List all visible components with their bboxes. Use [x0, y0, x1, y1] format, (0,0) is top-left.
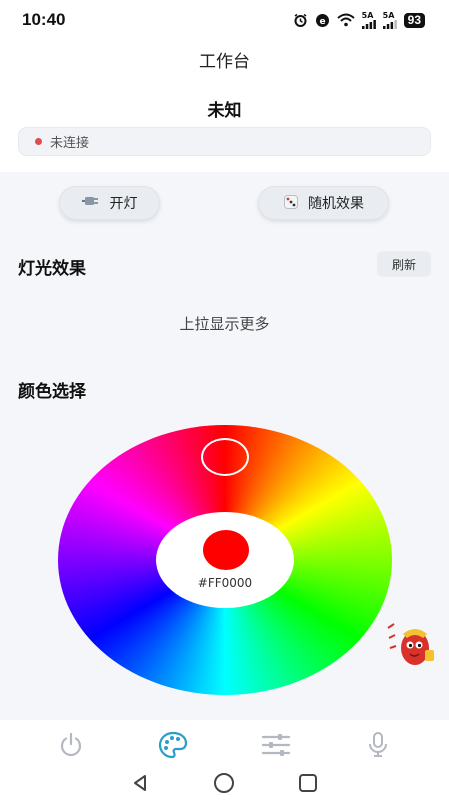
app-notification-icon: e: [315, 13, 330, 28]
color-selector-handle[interactable]: [201, 438, 249, 476]
sliders-icon: [261, 734, 290, 756]
color-wheel-container: #FF0000: [58, 425, 392, 695]
nav-palette[interactable]: [151, 723, 195, 767]
signal-2: 5A: [382, 10, 397, 29]
refresh-button[interactable]: 刷新: [377, 251, 431, 277]
signal-bars-icon: [361, 19, 376, 29]
color-section-title: 颜色选择: [18, 382, 86, 402]
alarm-icon: [293, 13, 308, 28]
home-icon[interactable]: [213, 772, 235, 798]
system-nav-bar: [0, 770, 449, 800]
battery-indicator: 93: [403, 12, 425, 28]
wifi-icon: [336, 13, 355, 27]
bottom-nav: [0, 720, 449, 770]
status-bar: 10:40 e 5A 5A 93: [0, 0, 449, 40]
selected-color-hex: #FF0000: [197, 576, 253, 590]
status-icons: e 5A 5A 93: [293, 10, 425, 29]
recents-icon[interactable]: [298, 773, 318, 797]
nav-power[interactable]: [49, 723, 93, 767]
dice-icon: [283, 193, 300, 214]
signal-bars-icon: [382, 19, 397, 29]
selected-color-swatch: [203, 530, 249, 570]
nav-sliders[interactable]: [254, 723, 298, 767]
effects-title: 灯光效果: [18, 259, 86, 279]
connection-status-bar[interactable]: 未连接: [18, 127, 431, 156]
red-envelope-mascot-icon[interactable]: [385, 620, 437, 670]
power-icon: [61, 732, 82, 757]
page-title: 工作台: [199, 52, 250, 72]
microphone-icon: [368, 732, 387, 757]
status-time: 10:40: [22, 10, 66, 29]
signal-1-label: 5A: [361, 10, 374, 20]
svg-text:e: e: [319, 17, 325, 27]
plug-icon: [81, 193, 102, 213]
signal-2-label: 5A: [382, 10, 395, 20]
signal-1: 5A: [361, 10, 376, 29]
light-on-button[interactable]: 开灯: [59, 186, 160, 220]
light-on-label: 开灯: [109, 196, 138, 212]
status-dot-icon: [35, 138, 42, 145]
pull-up-hint: 上拉显示更多: [179, 315, 270, 333]
palette-icon: [159, 731, 188, 759]
device-name: 未知: [207, 101, 242, 121]
connection-status-text: 未连接: [50, 136, 90, 151]
nav-microphone[interactable]: [356, 723, 400, 767]
random-effect-button[interactable]: 随机效果: [258, 186, 389, 220]
back-icon[interactable]: [131, 773, 151, 797]
random-effect-label: 随机效果: [308, 196, 364, 212]
